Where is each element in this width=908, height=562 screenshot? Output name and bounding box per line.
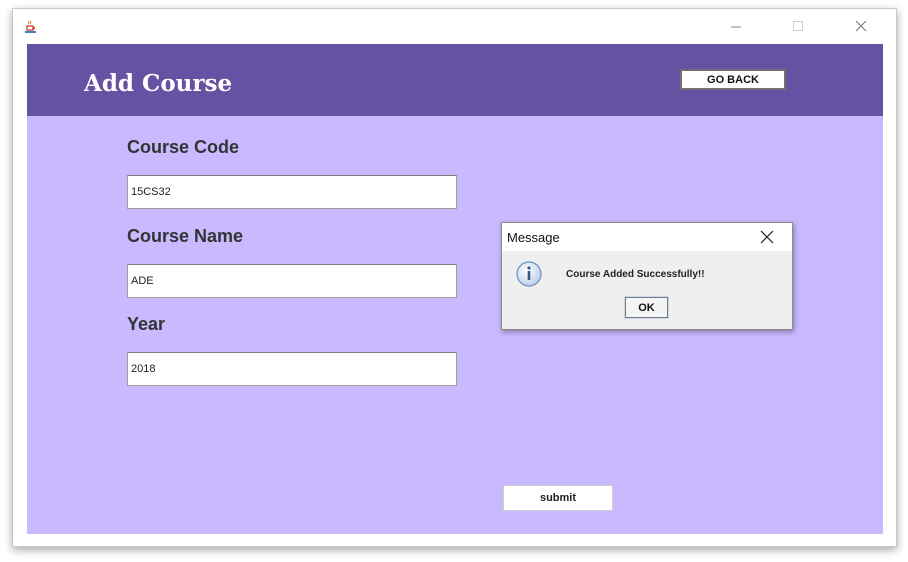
ok-button[interactable]: OK <box>624 296 669 319</box>
info-icon <box>516 261 542 287</box>
header-banner: Add Course GO BACK <box>27 44 883 116</box>
course-code-label: Course Code <box>127 137 240 157</box>
page-title: Add Course <box>84 70 233 97</box>
java-coffee-cup-icon <box>25 20 36 33</box>
go-back-button[interactable]: GO BACK <box>680 69 786 90</box>
course-name-label: Course Name <box>127 226 244 246</box>
dialog-titlebar[interactable]: Message <box>502 223 792 251</box>
dialog-close-icon[interactable] <box>758 228 776 246</box>
maximize-icon[interactable] <box>778 15 818 37</box>
year-field[interactable]: 2018 <box>127 352 457 386</box>
dialog-title: Message <box>507 230 560 245</box>
dialog-message: Course Added Successfully!! <box>566 269 705 280</box>
window-titlebar[interactable] <box>13 9 896 43</box>
submit-button[interactable]: submit <box>503 485 613 511</box>
close-icon[interactable] <box>841 15 881 37</box>
course-code-field[interactable]: 15CS32 <box>127 175 457 209</box>
message-dialog: Message Course Added Successfully!! OK <box>501 222 793 330</box>
year-label: Year <box>127 314 166 334</box>
minimize-icon[interactable] <box>716 15 756 37</box>
course-name-field[interactable]: ADE <box>127 264 457 298</box>
